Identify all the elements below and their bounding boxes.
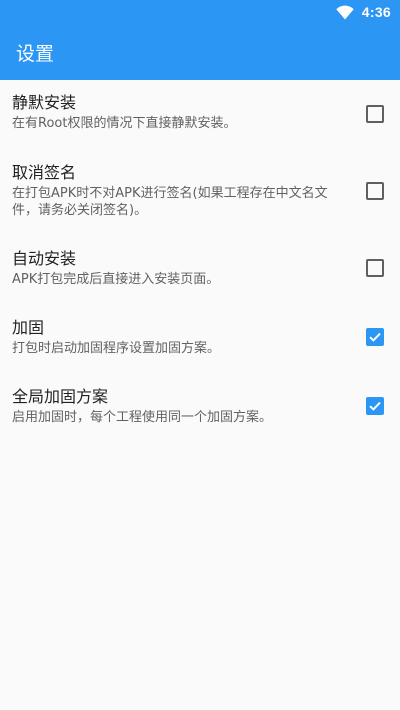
setting-title: 取消签名 [12, 163, 77, 182]
auto-install-checkbox[interactable] [366, 259, 384, 277]
setting-summary: 在打包APK时不对APK进行签名(如果工程存在中文名文件，请务必关闭签名)。 [12, 186, 328, 218]
setting-item-auto-install[interactable]: 自动安装 APK打包完成后直接进入安装页面。 [0, 249, 400, 288]
setting-title: 静默安装 [12, 93, 77, 112]
setting-item-hardening[interactable]: 加固 打包时启动加固程序设置加固方案。 [0, 318, 400, 357]
wifi-icon [336, 4, 354, 20]
hardening-checkbox[interactable] [366, 328, 384, 346]
setting-title: 加固 [12, 318, 45, 337]
status-bar: 4:36 [0, 0, 400, 24]
status-time: 4:36 [361, 4, 391, 20]
check-icon [369, 401, 381, 411]
app-bar: 设置 [0, 24, 400, 80]
setting-summary: 在有Root权限的情况下直接静默安装。 [12, 116, 237, 131]
setting-title: 全局加固方案 [12, 387, 109, 406]
setting-item-silent-install[interactable]: 静默安装 在有Root权限的情况下直接静默安装。 [0, 93, 400, 132]
silent-install-checkbox[interactable] [366, 105, 384, 123]
setting-summary: 打包时启动加固程序设置加固方案。 [12, 341, 221, 356]
setting-item-global-hardening[interactable]: 全局加固方案 启用加固时，每个工程使用同一个加固方案。 [0, 387, 400, 426]
setting-item-cancel-signature[interactable]: 取消签名 在打包APK时不对APK进行签名(如果工程存在中文名文件，请务必关闭签… [0, 163, 400, 219]
setting-title: 自动安装 [12, 249, 77, 268]
setting-summary: APK打包完成后直接进入安装页面。 [12, 272, 220, 287]
cancel-signature-checkbox[interactable] [366, 182, 384, 200]
page-title: 设置 [16, 42, 55, 65]
setting-summary: 启用加固时，每个工程使用同一个加固方案。 [12, 410, 273, 425]
check-icon [369, 332, 381, 342]
global-hardening-checkbox[interactable] [366, 397, 384, 415]
